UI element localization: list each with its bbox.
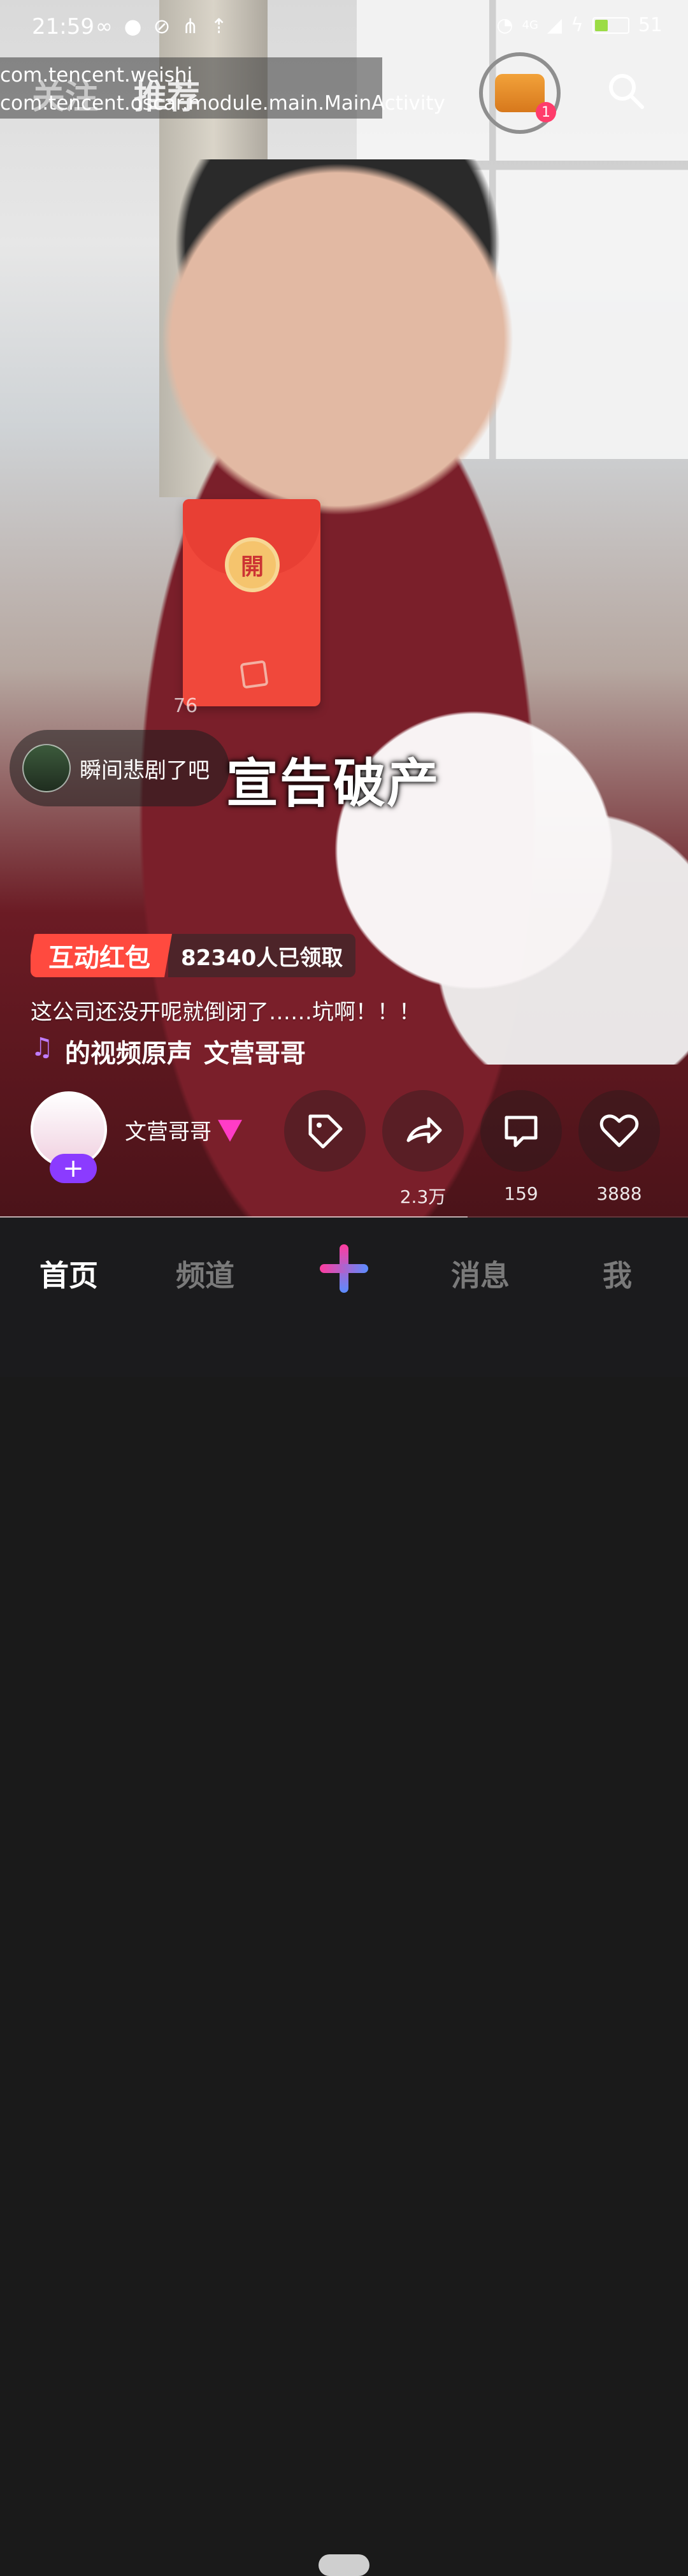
comment-action[interactable]: 159 [480,1090,562,1204]
video-caption: 宣告破产 [226,753,441,814]
open-envelope-button[interactable]: 開 [225,537,280,592]
weishi-logo-icon [240,660,269,689]
signal-icon: ◢ [547,14,563,36]
bottom-navigation: 首页 频道 消息 我 [0,1218,688,2576]
status-right: ◔ 4G ◢ ϟ 51 [496,14,663,36]
music-note-icon: ♫ [31,1033,54,1062]
nav-me[interactable]: 我 [603,1253,632,1295]
share-action[interactable]: 2.3万 [382,1090,464,1209]
author-section[interactable]: + 文营哥哥 [31,1091,242,1183]
share-icon [406,1117,442,1144]
interactive-redpack-tag: 互动红包 [31,934,172,977]
usb-icon: ⇡ [210,14,228,38]
tag-action[interactable] [284,1090,366,1183]
share-count: 2.3万 [399,1186,447,1207]
author-avatar[interactable]: + [31,1091,107,1183]
comment-count: 159 [504,1183,538,1204]
like-button[interactable] [578,1090,660,1172]
red-envelope-number: 76 [173,695,198,717]
author-name[interactable]: 文营哥哥 [125,1114,242,1146]
heart-icon [599,1114,639,1147]
debug-package: com.tencent.weishi [0,64,193,87]
status-bar: 21:59 ∞ ● ⊘ ⋔ ⇡ ◔ 4G ◢ ϟ 51 [0,0,688,57]
share-icon: ⋔ [182,14,199,38]
tag-button[interactable] [284,1090,366,1172]
nav-messages[interactable]: 消息 [451,1253,510,1295]
interactive-redpack-count: 82340人已领取 [168,934,356,977]
no-entry-icon: ⊘ [153,14,171,38]
infinity-icon: ∞ [96,14,113,38]
debug-package-text: com.tencent.weishi com.tencent.oscar.mod… [0,61,445,117]
comment-icon [505,1116,538,1147]
music-artist: 文营哥哥 [203,1039,306,1068]
status-time: 21:59 [32,14,94,40]
red-envelope[interactable]: 開 [183,499,320,706]
verified-badge-icon [218,1119,242,1142]
battery-level: 51 [638,14,663,36]
comment-bubble[interactable]: 瞬间悲剧了吧 [10,730,229,806]
nav-home[interactable]: 首页 [39,1253,98,1295]
home-indicator[interactable] [319,2554,369,2576]
like-action[interactable]: 3888 [578,1090,660,1204]
debug-activity: com.tencent.oscar.module.main.MainActivi… [0,92,445,115]
chat-icon: ● [124,14,142,38]
comment-avatar [22,744,71,792]
chest-badge: 1 [536,102,556,122]
search-button[interactable] [605,70,646,111]
treasure-chest-button[interactable]: 1 [479,52,561,134]
cell-network-label: 4G [522,18,538,32]
plus-icon-horizontal [320,1264,368,1273]
like-count: 3888 [596,1183,642,1204]
music-title: 的视频原声 [64,1039,192,1068]
follow-plus-button[interactable]: + [50,1154,97,1183]
battery-icon [592,17,629,34]
comment-text: 瞬间悲剧了吧 [80,757,210,783]
music-info[interactable]: ♫ 的视频原声 文营哥哥 [31,1033,362,1070]
author-name-text: 文营哥哥 [125,1119,211,1145]
charging-icon: ϟ [571,14,584,36]
nav-channel[interactable]: 频道 [176,1253,234,1295]
action-bar: 2.3万 159 3888 [280,1090,675,1211]
video-description: 这公司还没开呢就倒闭了……坑啊！！！ [31,1000,420,1025]
comment-button[interactable] [480,1090,562,1172]
wifi-icon: ◔ [496,14,513,36]
search-icon [609,74,644,109]
share-button[interactable] [382,1090,464,1172]
tag-icon [308,1114,343,1149]
status-icons: ∞ ● ⊘ ⋔ ⇡ [96,14,227,38]
create-video-button[interactable] [320,1244,368,1293]
interactive-redpack-bar[interactable]: 互动红包 82340人已领取 [31,934,356,977]
treasure-chest-icon: 1 [495,74,556,122]
